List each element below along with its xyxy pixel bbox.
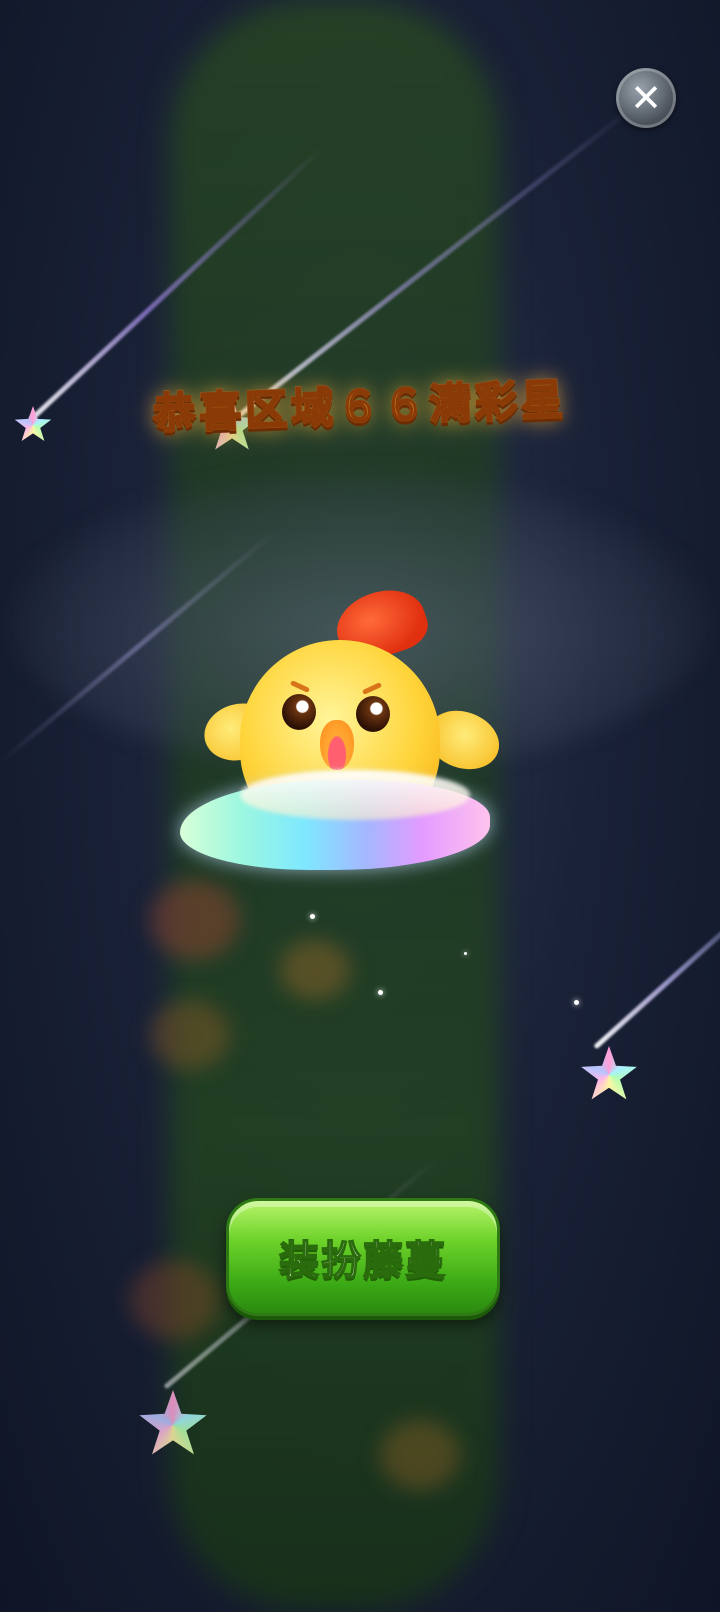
background-fruit — [150, 1000, 230, 1070]
background-fruit — [150, 880, 240, 960]
sparkle — [310, 914, 315, 919]
close-icon: ✕ — [630, 76, 662, 120]
background-fruit — [380, 1420, 460, 1490]
chick-eye-left — [282, 694, 316, 730]
chick-beak — [320, 720, 354, 770]
sparkle — [574, 1000, 579, 1005]
sparkle — [464, 952, 467, 955]
shooting-star-streak — [593, 911, 720, 1050]
decorate-vine-button-label: 装扮藤蔓 — [278, 1237, 447, 1285]
rainbow-star-icon — [581, 1046, 637, 1100]
congrats-title: 恭喜区域６６满彩星 — [151, 365, 568, 440]
background-fruit — [280, 940, 350, 1000]
close-button[interactable]: ✕ — [616, 68, 676, 128]
sparkle — [378, 990, 383, 995]
rainbow-cloud-highlight — [240, 770, 470, 820]
background-fruit — [130, 1260, 220, 1340]
chick-character — [180, 579, 510, 880]
congrats-title-container: 恭喜区域６６满彩星 — [100, 348, 620, 458]
chick-eye-right — [356, 696, 390, 732]
rainbow-star-icon — [14, 406, 52, 441]
decorate-vine-button[interactable]: 装扮藤蔓 — [226, 1198, 500, 1316]
